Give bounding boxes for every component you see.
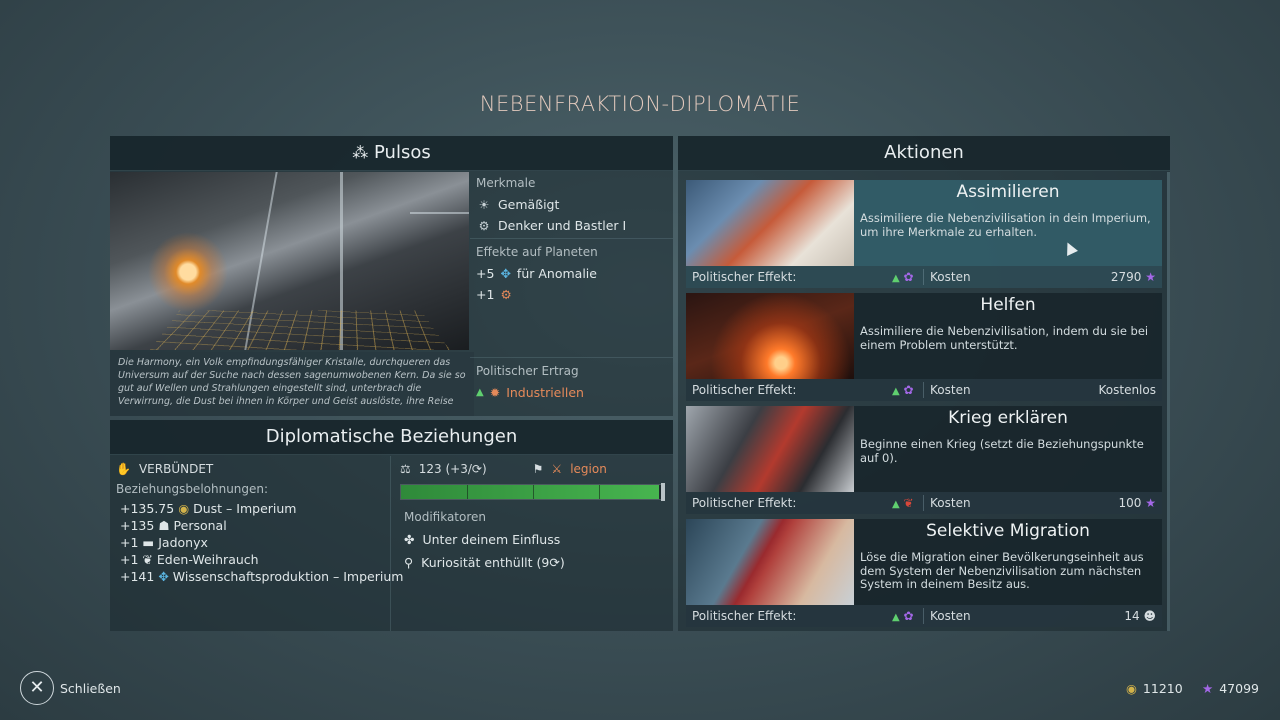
relation-status: ✋ VERBÜNDET [116,462,214,476]
relation-score: 123 (+3/⟳) [418,462,487,476]
reward-item: +141 ✥ Wissenschaftsproduktion – Imperiu… [120,569,404,584]
faction-tag: legion [570,462,607,476]
faction-description: Die Harmony, ein Volk empfindungsfähiger… [110,352,474,416]
actions-panel: Aktionen Assimilieren Assimiliere die Ne… [678,136,1170,631]
action-cost: 14 ☻ [1124,609,1156,623]
faction-header: ⁂ Pulsos [110,136,673,171]
reward-item: +135 ☗ Personal [120,518,227,533]
influence-icon: ★ [1145,496,1156,510]
flag-icon: ⚑ [532,462,544,476]
relations-header: Diplomatische Beziehungen [110,420,673,455]
political-effect-icons: ▲ ❦ [892,496,914,510]
traits-label: Merkmale [476,176,536,190]
effect-item: +1 ⚙ [476,287,512,302]
close-button[interactable]: ✕ [20,671,54,705]
turn-icon: ⟳ [471,462,482,476]
dust-icon: ◉ [1126,681,1137,696]
dust-icon: ◉ [178,501,190,516]
influence-resource: ★ 47099 [1202,681,1259,696]
handshake-image [686,180,854,266]
legion-icon: ⚔ [551,462,563,476]
action-card-assimilate[interactable]: Assimilieren Assimiliere die Nebenzivili… [686,180,1162,288]
faction-name: Pulsos [374,142,431,163]
trait-item[interactable]: ☀ Gemäßigt [470,194,673,215]
scale-icon: ⚖ [400,462,411,476]
relation-progress-bar [400,483,665,501]
industrialists-icon: ✹ [489,385,501,400]
relation-score-row: ⚖ 123 (+3/⟳) ⚑ ⚔ legion [398,456,673,480]
help-image [686,293,854,379]
reward-item: +1 ❦ Eden-Weihrauch [120,552,259,567]
jadonyx-icon: ▬ [142,535,155,550]
action-description: Löse die Migration einer Bevölkerungsein… [860,550,1144,591]
faction-panel: ⁂ Pulsos Die Harmony, ein Volk empfindun… [110,136,673,416]
action-title: Assimilieren [956,182,1060,202]
influence-icon: ★ [1145,270,1156,284]
industry-icon: ⚙ [500,287,512,302]
action-cost: 100 ★ [1118,496,1157,510]
migration-image [686,519,854,605]
action-card-selective-migration[interactable]: Selektive Migration Löse die Migration e… [686,519,1162,627]
action-cost: Kostenlos [1098,383,1157,397]
actions-scrollbar[interactable] [1167,172,1170,631]
action-title: Krieg erklären [948,408,1068,428]
action-description: Assimiliere die Nebenzivilisation in dei… [860,211,1151,239]
curiosity-icon: ⚲ [404,555,414,570]
influence-icon: ★ [1202,681,1214,696]
action-card-declare-war[interactable]: Krieg erklären Beginne einen Krieg (setz… [686,406,1162,514]
close-icon: ✕ [29,677,45,698]
anomaly-icon: ✥ [500,266,511,281]
turn-icon: ⟳ [549,555,560,570]
action-description: Beginne einen Krieg (setzt die Beziehung… [860,437,1144,465]
political-yield[interactable]: ▲ ✹ Industriellen [470,382,673,403]
effect-item: +5 ✥ für Anomalie [476,266,597,281]
personnel-icon: ☗ [158,518,170,533]
action-title: Helfen [980,295,1036,315]
faction-emblem-icon: ⁂ [352,143,369,162]
reward-item: +135.75 ◉ Dust – Imperium [120,501,297,516]
population-icon: ☻ [1143,609,1156,623]
rewards-label: Beziehungsbelohnungen: [116,482,269,496]
political-effect-icons: ▲ ✿ [892,383,914,397]
science-icon: ✥ [158,569,169,584]
political-yield-label: Politischer Ertrag [476,364,579,378]
faction-image [110,172,469,350]
thinker-icon: ⚙ [478,218,490,233]
action-title: Selektive Migration [926,521,1090,541]
action-description: Assimiliere die Nebenzivilisation, indem… [860,324,1149,352]
temperate-icon: ☀ [478,197,490,212]
action-card-help[interactable]: Helfen Assimiliere die Nebenzivilisation… [686,293,1162,401]
close-label[interactable]: Schließen [60,681,121,696]
alliance-icon: ✋ [116,462,131,476]
modifier-item[interactable]: ✤ Unter deinem Einfluss [398,528,673,551]
lotus-icon: ❦ [142,552,153,567]
modifier-item[interactable]: ⚲ Kuriosität enthüllt (9⟳) [398,551,673,574]
actions-header: Aktionen [678,136,1170,171]
relations-score: ⚖ 123 (+3/⟳) ⚑ ⚔ legion Modifikatoren ✤ … [398,456,673,631]
influence-paw-icon: ✤ [404,532,415,547]
modifiers-label: Modifikatoren [404,510,487,524]
trait-item[interactable]: ⚙ Denker und Bastler I [470,215,673,236]
political-effect-icons: ▲ ✿ [892,270,914,284]
faction-details: Merkmale ☀ Gemäßigt ⚙ Denker und Bastler… [470,172,673,416]
reward-item: +1 ▬ Jadonyx [120,535,208,550]
relations-rewards: ✋ VERBÜNDET Beziehungsbelohnungen: +135.… [110,456,404,631]
page-title: NEBENFRAKTION-DIPLOMATIE [479,92,801,116]
relations-panel: Diplomatische Beziehungen ✋ VERBÜNDET Be… [110,420,673,631]
arrow-up-icon: ▲ [476,387,484,398]
political-effect-icons: ▲ ✿ [892,609,914,623]
dust-resource: ◉ 11210 [1126,681,1183,696]
action-cost: 2790 ★ [1110,270,1156,284]
effects-label: Effekte auf Planeten [476,245,598,259]
war-image [686,406,854,492]
